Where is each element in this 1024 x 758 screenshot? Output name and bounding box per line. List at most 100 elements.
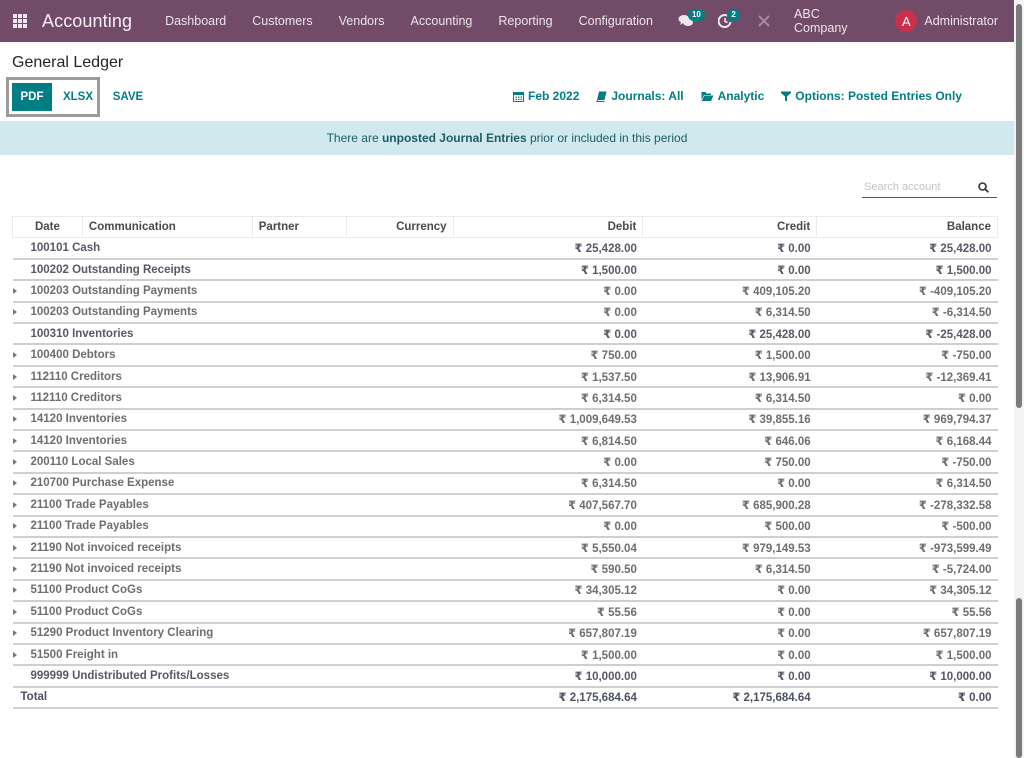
account-label: 21190 Not invoiced receipts xyxy=(30,541,182,554)
account-name[interactable]: 21190 Not invoiced receipts xyxy=(12,558,454,581)
report-filters: Feb 2022 Journals: All Analytic Options:… xyxy=(513,89,962,103)
pdf-button[interactable]: PDF xyxy=(12,83,52,111)
balance-cell: ₹ 657,807.19 xyxy=(816,622,998,645)
caret-right-icon[interactable] xyxy=(12,416,17,423)
caret-right-icon[interactable] xyxy=(12,587,17,594)
table-row[interactable]: 21190 Not invoiced receipts ₹ 5,550.04 ₹ 9… xyxy=(12,536,998,560)
menu-accounting[interactable]: Accounting xyxy=(398,14,486,28)
debit-cell: ₹ 0.00 xyxy=(453,280,643,303)
table-row[interactable]: 100203 Outstanding Payments ₹ 0.00 ₹ 6,314… xyxy=(12,301,998,325)
menu-vendors[interactable]: Vendors xyxy=(326,14,398,28)
company-switcher[interactable]: ABC Company xyxy=(784,7,895,35)
app-name[interactable]: Accounting xyxy=(42,11,132,32)
account-label: 51290 Product Inventory Clearing xyxy=(30,627,214,640)
account-name[interactable]: 51500 Freight in xyxy=(12,643,454,667)
debit-cell: ₹ 55.56 xyxy=(453,601,643,624)
table-row[interactable]: 51100 Product CoGs ₹ 55.56 ₹ 0.00 ₹ 55.56 xyxy=(12,601,998,624)
col-date: Date xyxy=(12,216,83,238)
caret-right-icon[interactable] xyxy=(12,352,17,359)
account-name[interactable]: 100400 Debtors xyxy=(12,344,454,367)
account-name[interactable]: 100203 Outstanding Payments xyxy=(12,301,454,325)
journals-filter[interactable]: Journals: All xyxy=(596,89,684,103)
caret-right-icon[interactable] xyxy=(12,459,17,466)
filter-icon xyxy=(781,91,792,101)
table-row[interactable]: 14120 Inventories ₹ 1,009,649.53 ₹ 39,855.… xyxy=(12,408,998,432)
account-name[interactable]: 21190 Not invoiced receipts xyxy=(12,536,454,560)
user-menu[interactable]: A Administrator xyxy=(895,10,998,32)
options-filter-label: Options: Posted Entries Only xyxy=(795,89,962,103)
col-debit: Debit xyxy=(452,216,644,238)
search-account-input[interactable] xyxy=(862,181,967,193)
caret-right-icon[interactable] xyxy=(12,394,17,401)
table-row[interactable]: 21100 Trade Payables ₹ 0.00 ₹ 500.00 ₹ -500… xyxy=(12,515,998,538)
debit-cell: ₹ 6,314.50 xyxy=(453,387,643,410)
credit-cell: ₹ 25,428.00 xyxy=(642,323,817,346)
caret-right-icon[interactable] xyxy=(12,373,17,380)
account-name[interactable]: 21100 Trade Payables xyxy=(12,515,454,538)
table-row[interactable]: 21190 Not invoiced receipts ₹ 590.50 ₹ 6,3… xyxy=(12,558,998,581)
table-row[interactable]: 200110 Local Sales ₹ 0.00 ₹ 750.00 ₹ -750.0… xyxy=(12,451,998,474)
account-name[interactable]: 210700 Purchase Expense xyxy=(12,472,454,496)
credit-cell: ₹ 13,906.91 xyxy=(642,365,817,389)
menu-configuration[interactable]: Configuration xyxy=(566,14,666,28)
table-row[interactable]: 51100 Product CoGs ₹ 34,305.12 ₹ 0.00 ₹ 34,… xyxy=(12,579,998,603)
table-row[interactable]: 100400 Debtors ₹ 750.00 ₹ 1,500.00 ₹ -750.0… xyxy=(12,344,998,367)
table-row[interactable]: 112110 Creditors ₹ 6,314.50 ₹ 6,314.50 ₹ 0.… xyxy=(12,387,998,410)
table-row[interactable]: 51500 Freight in ₹ 1,500.00 ₹ 0.00 ₹ 1,500.… xyxy=(12,643,998,667)
debug-tools-button[interactable] xyxy=(745,0,784,42)
account-name[interactable]: 100203 Outstanding Payments xyxy=(12,280,454,303)
alert-link[interactable]: unposted Journal Entries xyxy=(382,131,527,145)
table-row[interactable]: 100203 Outstanding Payments ₹ 0.00 ₹ 409,1… xyxy=(12,280,998,303)
account-name[interactable]: 21100 Trade Payables xyxy=(12,494,454,517)
account-name[interactable]: 112110 Creditors xyxy=(12,387,454,410)
messages-button[interactable]: 10 xyxy=(666,0,705,42)
menu-dashboard[interactable]: Dashboard xyxy=(152,14,239,28)
caret-right-icon[interactable] xyxy=(12,501,17,508)
user-name: Administrator xyxy=(924,14,999,28)
xlsx-button[interactable]: XLSX xyxy=(58,83,98,111)
menu-reporting[interactable]: Reporting xyxy=(485,14,565,28)
credit-cell: ₹ 1,500.00 xyxy=(642,344,817,367)
account-name[interactable]: 112110 Creditors xyxy=(12,365,454,389)
account-name: 100202 Outstanding Receipts xyxy=(12,258,454,282)
account-label: 100203 Outstanding Payments xyxy=(30,306,198,319)
table-row[interactable]: 210700 Purchase Expense ₹ 6,314.50 ₹ 0.00 ₹… xyxy=(12,472,998,496)
account-name[interactable]: 200110 Local Sales xyxy=(12,451,454,474)
account-name[interactable]: 14120 Inventories xyxy=(12,430,454,453)
caret-right-icon[interactable] xyxy=(12,608,17,615)
apps-menu-icon[interactable] xyxy=(13,14,27,28)
account-name[interactable]: 51100 Product CoGs xyxy=(12,601,454,624)
table-row[interactable]: 14120 Inventories ₹ 6,814.50 ₹ 646.06 ₹ 6,1… xyxy=(12,430,998,453)
activities-button[interactable]: 2 xyxy=(705,0,744,42)
save-button[interactable]: SAVE xyxy=(108,83,148,111)
scrollbar-thumb-lower[interactable] xyxy=(1016,598,1022,758)
table-row: 100101 Cash ₹ 25,428.00 ₹ 0.00 ₹ 25,428.00 xyxy=(12,237,998,260)
page-scrollbar[interactable] xyxy=(1014,0,1024,758)
table-row[interactable]: 21100 Trade Payables ₹ 407,567.70 ₹ 685,90… xyxy=(12,494,998,517)
caret-right-icon[interactable] xyxy=(12,437,17,444)
balance-cell: ₹ -6,314.50 xyxy=(816,301,998,325)
caret-right-icon[interactable] xyxy=(12,287,17,294)
menu-customers[interactable]: Customers xyxy=(239,14,325,28)
caret-right-icon[interactable] xyxy=(12,630,17,637)
debit-cell: ₹ 1,537.50 xyxy=(453,365,643,389)
caret-right-icon[interactable] xyxy=(12,544,17,551)
balance-cell: ₹ 6,168.44 xyxy=(816,430,998,453)
caret-right-icon[interactable] xyxy=(12,651,17,658)
caret-right-icon[interactable] xyxy=(12,523,17,530)
table-row[interactable]: 112110 Creditors ₹ 1,537.50 ₹ 13,906.91 ₹ -… xyxy=(12,365,998,389)
caret-right-icon[interactable] xyxy=(12,566,17,573)
scrollbar-thumb[interactable] xyxy=(1016,4,1022,408)
caret-right-icon[interactable] xyxy=(12,309,17,316)
caret-right-icon[interactable] xyxy=(12,480,17,487)
search-icon[interactable] xyxy=(978,181,989,193)
account-name[interactable]: 14120 Inventories xyxy=(12,408,454,432)
debit-cell: ₹ 750.00 xyxy=(453,344,643,367)
table-row[interactable]: 51290 Product Inventory Clearing ₹ 657,80… xyxy=(12,622,998,645)
account-name[interactable]: 51100 Product CoGs xyxy=(12,579,454,603)
account-name[interactable]: 51290 Product Inventory Clearing xyxy=(12,622,454,645)
account-label: 100203 Outstanding Payments xyxy=(30,284,198,297)
analytic-filter[interactable]: Analytic xyxy=(701,89,764,103)
date-filter[interactable]: Feb 2022 xyxy=(513,89,579,103)
options-filter[interactable]: Options: Posted Entries Only xyxy=(781,89,962,103)
